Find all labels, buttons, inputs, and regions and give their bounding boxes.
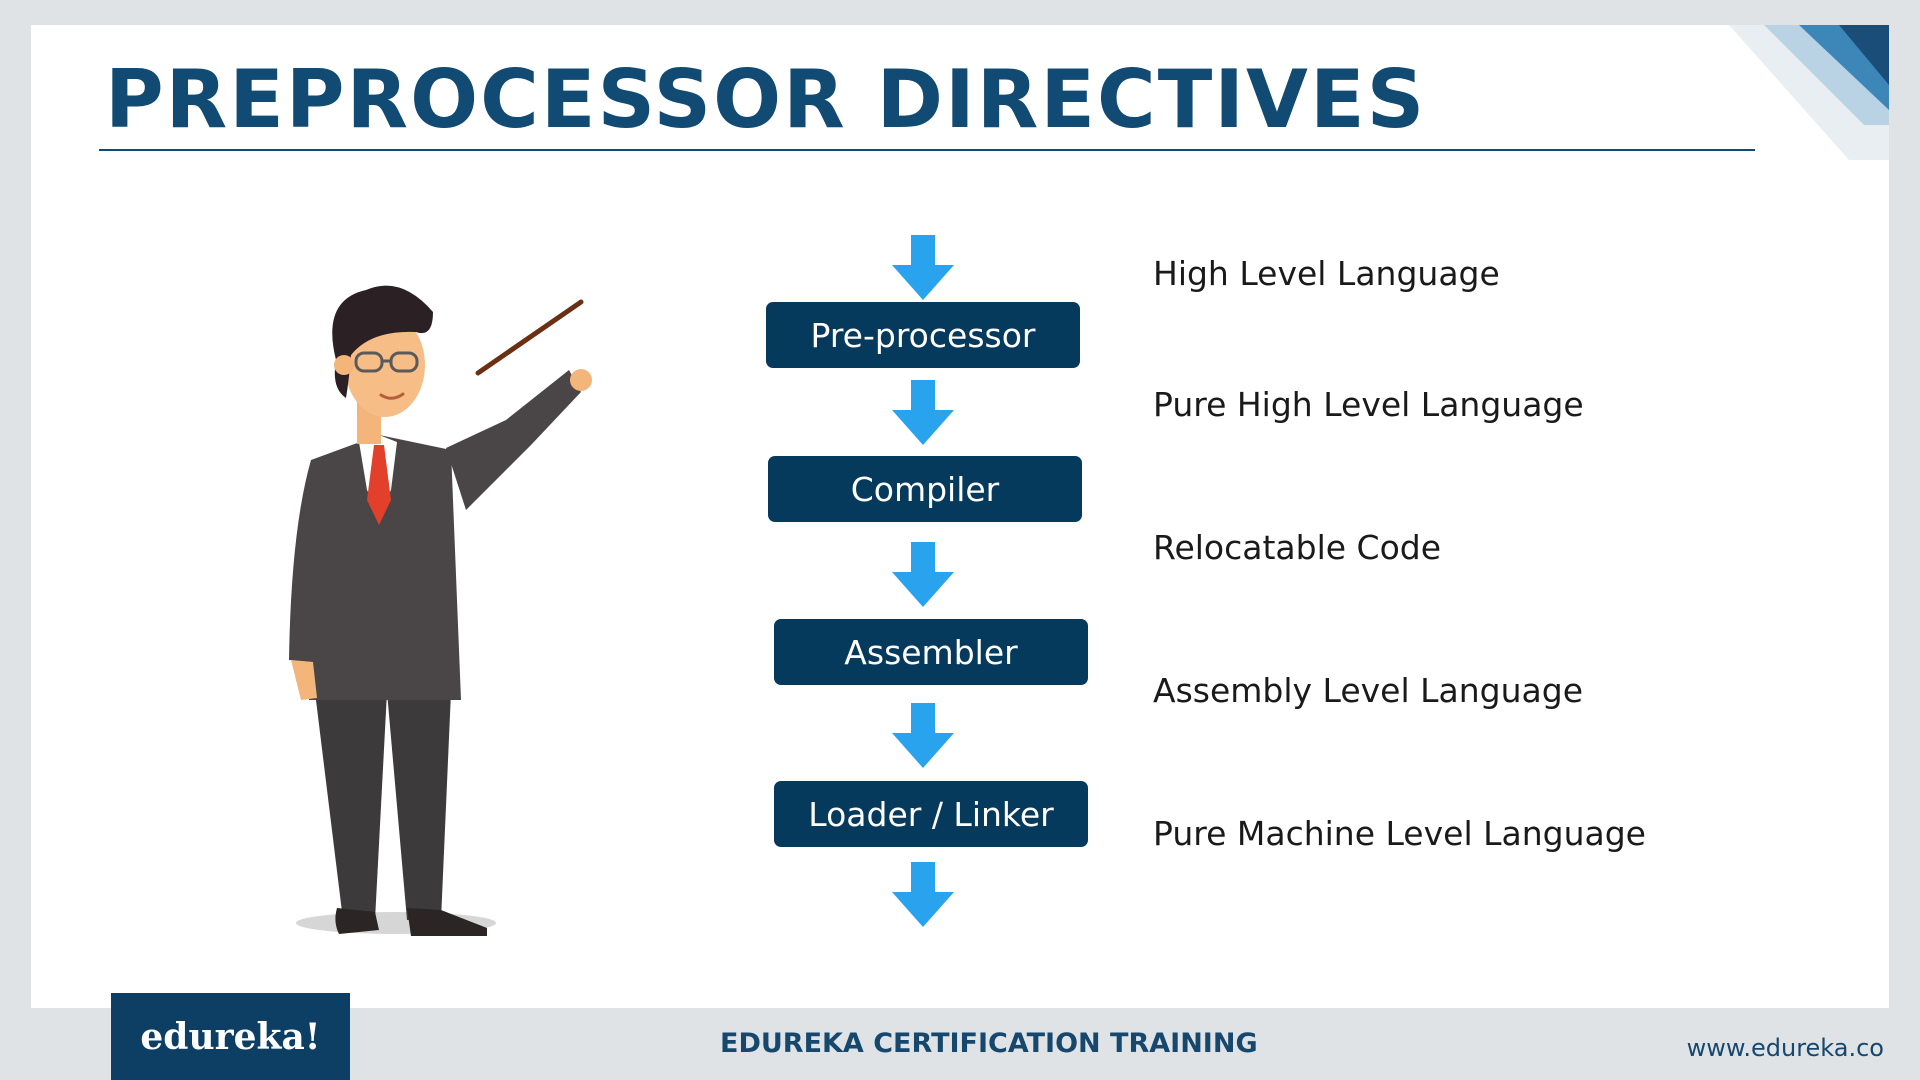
footer-website: www.edureka.co [1686, 1034, 1884, 1062]
stage-label-pure-high-level: Pure High Level Language [1153, 385, 1584, 424]
edureka-logo: edureka! [111, 993, 350, 1080]
loader-linker-box: Loader / Linker [774, 781, 1088, 847]
stage-label-high-level: High Level Language [1153, 254, 1500, 293]
down-arrow-icon [892, 235, 954, 300]
preprocessor-box: Pre-processor [766, 302, 1080, 368]
down-arrow-icon [892, 862, 954, 927]
compiler-box: Compiler [768, 456, 1082, 522]
down-arrow-icon [892, 542, 954, 607]
slide: PREPROCESSOR DIRECTIVES Pre-processor Co… [31, 25, 1889, 1008]
stage-label-assembly: Assembly Level Language [1153, 671, 1583, 710]
page-title: PREPROCESSOR DIRECTIVES [105, 53, 1427, 146]
down-arrow-icon [892, 703, 954, 768]
title-divider [99, 149, 1755, 151]
footer-title: EDUREKA CERTIFICATION TRAINING [720, 1028, 1258, 1059]
presenter-illustration [289, 285, 592, 936]
stage-label-machine: Pure Machine Level Language [1153, 814, 1646, 853]
assembler-box: Assembler [774, 619, 1088, 685]
corner-decoration [1729, 25, 1889, 160]
stage-label-relocatable: Relocatable Code [1153, 528, 1442, 567]
down-arrow-icon [892, 380, 954, 445]
